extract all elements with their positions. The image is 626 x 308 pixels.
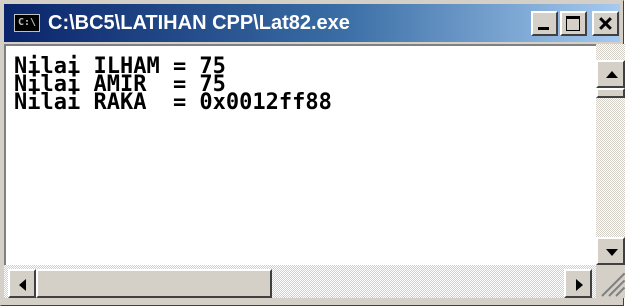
- console-window: C:\ C:\BC5\LATIHAN CPP\Lat82.exe Nilai I…: [0, 0, 626, 306]
- resize-grip[interactable]: [596, 265, 626, 298]
- close-button[interactable]: [592, 11, 619, 36]
- vertical-scrollbar[interactable]: [596, 44, 625, 265]
- console-output[interactable]: Nilai ILHAM = 75 Nilai AMIR = 75 Nilai R…: [4, 44, 596, 265]
- horizontal-scrollbar[interactable]: [4, 265, 596, 298]
- maximize-button[interactable]: [560, 11, 587, 36]
- console-app-icon[interactable]: C:\: [14, 14, 40, 32]
- console-line: Nilai RAKA = 0x0012ff88: [14, 90, 332, 115]
- horizontal-scroll-thumb[interactable]: [36, 269, 272, 298]
- scroll-up-button[interactable]: [596, 60, 625, 88]
- scroll-left-button[interactable]: [8, 269, 36, 298]
- arrow-left-icon: [19, 279, 26, 291]
- window-title: C:\BC5\LATIHAN CPP\Lat82.exe: [48, 12, 350, 34]
- scroll-right-button[interactable]: [564, 269, 592, 298]
- vertical-scroll-thumb[interactable]: [596, 88, 625, 98]
- scroll-down-button[interactable]: [596, 237, 625, 265]
- minimize-button[interactable]: [531, 11, 558, 36]
- arrow-up-icon: [606, 71, 618, 78]
- arrow-right-icon: [576, 279, 583, 291]
- arrow-down-icon: [606, 249, 618, 256]
- title-bar[interactable]: C:\ C:\BC5\LATIHAN CPP\Lat82.exe: [4, 4, 620, 42]
